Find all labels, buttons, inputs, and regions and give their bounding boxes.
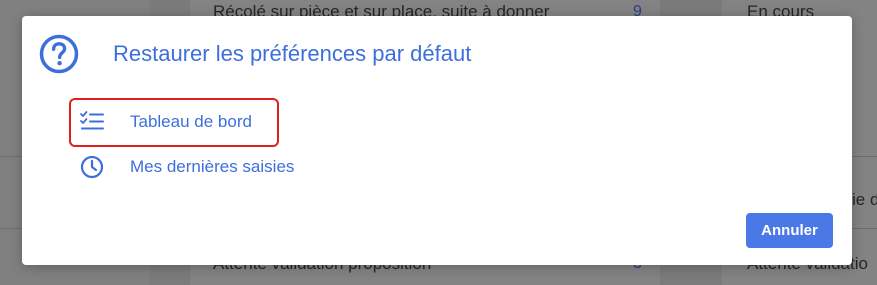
restore-preferences-dialog: Restaurer les préférences par défaut Tab… (22, 16, 852, 265)
cancel-button[interactable]: Annuler (746, 213, 833, 248)
help-circle-icon (39, 34, 79, 74)
option-recent-entries-label: Mes dernières saisies (130, 157, 295, 176)
background-fragment: ie d (852, 190, 877, 209)
selection-highlight (69, 98, 279, 147)
clock-icon (80, 155, 104, 179)
dialog-title: Restaurer les préférences par défaut (113, 41, 472, 66)
option-recent-entries[interactable]: Mes dernières saisies (79, 152, 294, 182)
dialog-header: Restaurer les préférences par défaut (39, 34, 471, 74)
